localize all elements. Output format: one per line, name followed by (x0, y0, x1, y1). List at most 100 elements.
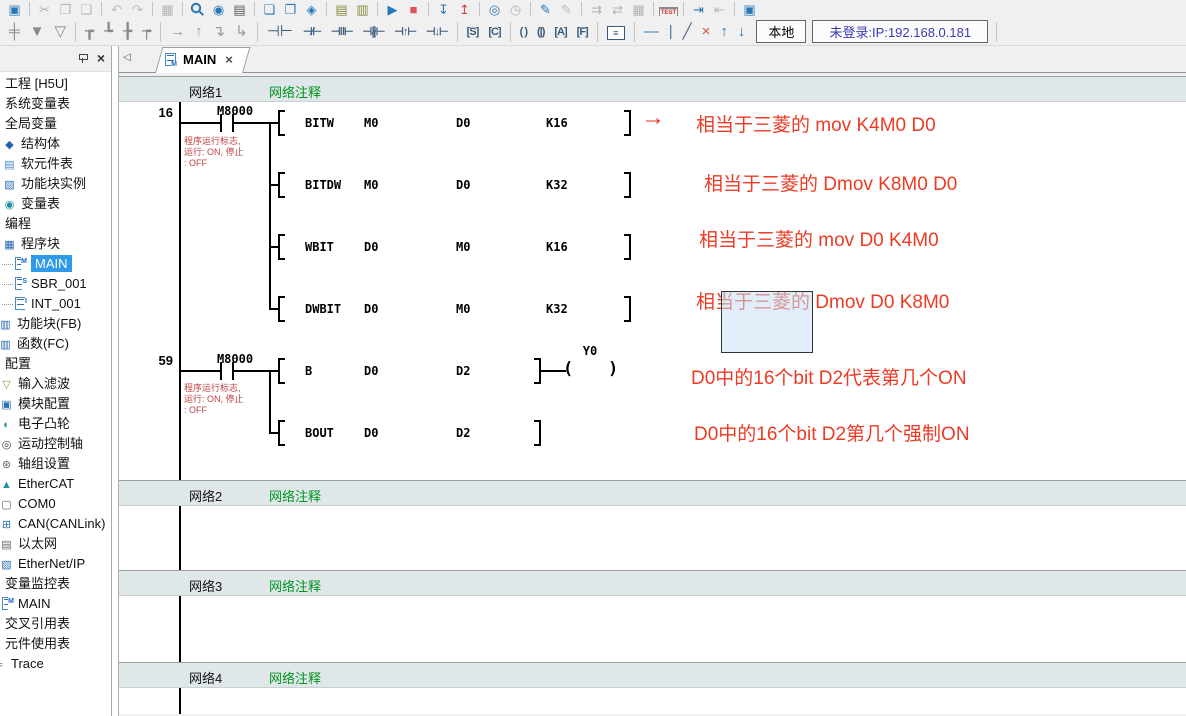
logout-icon[interactable]: ⇤ (709, 1, 730, 18)
compare-icon[interactable]: ⇄ (607, 1, 628, 18)
sidebar-item-交叉引用表[interactable]: ▤交叉引用表 (0, 614, 111, 634)
insert-cell-icon[interactable]: ╪ (4, 19, 25, 45)
annotation[interactable]: 相当于三菱的 Dmov K8M0 D0 (704, 169, 957, 196)
convert-icon[interactable]: ⇉ (586, 1, 607, 18)
operand[interactable]: K16 (546, 240, 568, 254)
insert-row-icon[interactable]: ▼ (25, 19, 50, 45)
sidebar-item-以太网[interactable]: ▤以太网 (0, 534, 111, 554)
edit-disabled-icon[interactable]: ✎ (556, 1, 577, 18)
sidebar-item-CAN(CANLink)[interactable]: ⊞CAN(CANLink) (0, 514, 111, 534)
instruction[interactable]: BITDW (305, 178, 341, 192)
sidebar-item-系统变量表[interactable]: ▤系统变量表 (0, 94, 111, 114)
window-monitor-icon[interactable]: ◈ (301, 1, 322, 18)
watch-eye-icon[interactable]: ◉ (208, 1, 229, 18)
sidebar-item-全局变量[interactable]: ▤全局变量 (0, 114, 111, 134)
sidebar-item-工程 [H5U][interactable]: ▣工程 [H5U] (0, 74, 111, 94)
operand[interactable]: D0 (364, 302, 378, 316)
func-instr-icon[interactable]: [F] (572, 19, 593, 45)
tab-close-icon[interactable]: × (225, 52, 233, 67)
sidebar-item-INT_001[interactable]: IINT_001 (2, 294, 111, 314)
branch-extend-icon[interactable]: ╊ (118, 19, 137, 45)
function-block-icon[interactable]: ≡ (602, 19, 630, 45)
rising-contact-icon[interactable]: ⊣↑⊢ (389, 19, 421, 45)
operand[interactable]: M0 (364, 178, 378, 192)
network-comment[interactable]: 网络注释 (269, 668, 321, 687)
network-2-canvas[interactable] (119, 506, 1186, 570)
coil-paren[interactable]: ( (563, 359, 573, 379)
operand[interactable]: D0 (364, 426, 378, 440)
print-icon[interactable]: ▤ (229, 1, 250, 18)
sidebar-item-运动控制轴[interactable]: ◎运动控制轴 (0, 434, 111, 454)
sidebar-item-元件使用表[interactable]: ▤元件使用表 (0, 634, 111, 654)
coil-paren[interactable]: ) (608, 359, 618, 379)
branch-append-icon[interactable]: ┺ (99, 19, 118, 45)
network-3-canvas[interactable] (119, 596, 1186, 662)
table-export-icon[interactable]: ▤ (331, 1, 352, 18)
sidebar-item-结构体[interactable]: ◆结构体 (3, 134, 111, 154)
sidebar-item-功能块(FB)[interactable]: ▥功能块(FB) (0, 314, 111, 334)
redo-icon[interactable]: ↷ (127, 1, 148, 18)
network-comment[interactable]: 网络注释 (269, 576, 321, 595)
branch-delete-icon[interactable]: ┮ (137, 19, 156, 45)
cut-icon[interactable]: ✂ (34, 1, 55, 18)
network-header-3[interactable]: 网络3 网络注释 (119, 570, 1186, 596)
sidebar-item-软元件表[interactable]: ▤软元件表 (3, 154, 111, 174)
coil-label[interactable]: Y0 (562, 344, 618, 358)
network-name[interactable]: 网络1 (189, 82, 222, 101)
sidebar-item-轴组设置[interactable]: ⊛轴组设置 (0, 454, 111, 474)
window-export-icon[interactable]: ❐ (280, 1, 301, 18)
network-header-2[interactable]: 网络2 网络注释 (119, 480, 1186, 506)
sidebar-item-配置[interactable]: ▣配置 (0, 354, 111, 374)
instruction[interactable]: BOUT (305, 426, 334, 440)
no-contact-icon[interactable]: ⊣⊢ (262, 19, 298, 45)
v-line-icon[interactable]: | (664, 19, 678, 45)
login-icon[interactable]: ⇥ (688, 1, 709, 18)
sidebar-item-模块配置[interactable]: ▣模块配置 (0, 394, 111, 414)
delete-line-icon[interactable]: × (697, 19, 716, 45)
sidebar-item-EtherCAT[interactable]: ▲EtherCAT (0, 474, 111, 494)
operand[interactable]: D0 (364, 240, 378, 254)
sidebar-item-COM0[interactable]: ▢COM0 (0, 494, 111, 514)
sidebar-item-变量监控表[interactable]: ▤变量监控表 (0, 574, 111, 594)
annotation[interactable]: 相当于三菱的 mov D0 K4M0 (699, 225, 939, 252)
diag-line-icon[interactable]: ╱ (678, 19, 697, 45)
undo-icon[interactable]: ↶ (106, 1, 127, 18)
sidebar-item-MAIN[interactable]: MMAIN (2, 254, 111, 274)
network-name[interactable]: 网络4 (189, 668, 222, 687)
edit-icon[interactable]: ✎ (535, 1, 556, 18)
branch-insert-icon[interactable]: ┲ (80, 19, 99, 45)
online-monitor-icon[interactable]: ◎ (484, 1, 505, 18)
parallel-nc-contact-icon[interactable]: ⊣∦⊢ (358, 19, 390, 45)
sidebar-item-SBR_001[interactable]: SSBR_001 (2, 274, 111, 294)
run-icon[interactable]: ▶ (382, 1, 403, 18)
device-panel-icon[interactable]: ▣ (739, 1, 760, 18)
annotation[interactable]: D0中的16个bit D2代表第几个ON (691, 363, 967, 390)
sidebar-item-程序块[interactable]: ▦程序块 (3, 234, 111, 254)
arrow-up-icon[interactable]: ↑ (190, 19, 208, 45)
sidebar-item-电子凸轮[interactable]: ◐电子凸轮 (0, 414, 111, 434)
sidebar-item-变量表[interactable]: ◉变量表 (3, 194, 111, 214)
instruction[interactable]: WBIT (305, 240, 334, 254)
copy-icon[interactable]: ❐ (55, 1, 76, 18)
search-icon[interactable] (187, 1, 208, 18)
paste-icon[interactable]: ❑ (76, 1, 97, 18)
sidebar-item-EtherNet/IP[interactable]: ▧EtherNet/IP (0, 554, 111, 574)
close-icon[interactable]: × (97, 50, 105, 66)
sidebar-item-功能块实例[interactable]: ▧功能块实例 (3, 174, 111, 194)
login-status-button[interactable]: 未登录:IP:192.168.0.181 (812, 20, 988, 43)
operand[interactable]: D0 (456, 178, 470, 192)
operand[interactable]: D2 (456, 364, 470, 378)
contact-m8000[interactable] (220, 114, 222, 132)
tab-scroll-left-icon[interactable]: ◁ (123, 52, 131, 63)
clock-icon[interactable]: ◷ (505, 1, 526, 18)
instruction[interactable]: DWBIT (305, 302, 341, 316)
operand[interactable]: K16 (546, 116, 568, 130)
test-mode-icon[interactable]: TEST (658, 1, 679, 18)
corner-up-icon[interactable]: ↳ (230, 19, 253, 45)
network-comment[interactable]: 网络注释 (269, 82, 321, 101)
contact-m8000[interactable] (220, 362, 222, 380)
out-coil-icon[interactable]: ( ) (515, 19, 532, 45)
delete-row-icon[interactable]: ▽ (50, 19, 72, 45)
network-header-4[interactable]: 网络4 网络注释 (119, 662, 1186, 688)
operand[interactable]: M0 (456, 302, 470, 316)
